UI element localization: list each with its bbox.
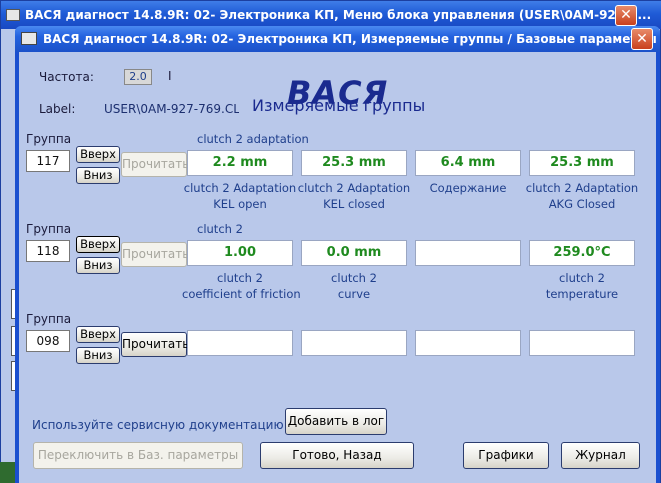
journal-button[interactable]: Журнал (561, 442, 640, 469)
group-number-input[interactable]: 117 (26, 150, 70, 172)
freq-marker: I (168, 69, 172, 83)
group-label: Группа (26, 312, 72, 326)
freq-label: Частота: (39, 70, 94, 84)
value-field: 25.3 mm (529, 150, 635, 176)
service-doc-hint: Используйте сервисную документацию! (32, 418, 289, 432)
caption-line: temperature (545, 287, 619, 301)
caption-line: clutch 2 (331, 271, 377, 285)
group-down-button[interactable]: Вниз (76, 257, 120, 274)
group-up-button[interactable]: Вверх (76, 146, 120, 163)
group-number-input[interactable]: 098 (26, 330, 70, 352)
group-down-button[interactable]: Вниз (76, 167, 120, 184)
dialog-title: ВАСЯ диагност 14.8.9R: 02- Электроника К… (43, 32, 657, 46)
caption-line: AKG Closed (548, 197, 616, 211)
caption-line: KEL closed (323, 197, 385, 211)
caption-line: curve (337, 287, 371, 301)
switch-basic-params-button[interactable]: Переключить в Баз. параметры (33, 442, 243, 469)
app-icon (6, 9, 20, 21)
parent-close-icon[interactable]: ✕ (615, 5, 637, 26)
caption-line: clutch 2 Adaptation (183, 181, 297, 195)
value-field (529, 330, 635, 356)
section-title: Измеряемые группы (252, 96, 426, 115)
done-back-button[interactable]: Готово, Назад (260, 442, 414, 469)
parent-window-title: ВАСЯ диагност 14.8.9R: 02- Электроника К… (25, 8, 652, 22)
group-down-button[interactable]: Вниз (76, 347, 120, 364)
group-up-button[interactable]: Вверх (76, 326, 120, 343)
value-caption: clutch 2 coefficient of friction (182, 270, 301, 302)
value-field: 2.2 mm (187, 150, 293, 176)
value-caption: Содержание (410, 180, 526, 196)
group-number-input[interactable]: 118 (26, 240, 70, 262)
value-field: 6.4 mm (415, 150, 521, 176)
group-label: Группа (26, 132, 72, 146)
group-read-button[interactable]: Прочитать (121, 242, 189, 267)
label-file-value: USER\0AM-927-769.CLE (104, 102, 239, 116)
value-field (301, 330, 407, 356)
caption-line: Содержание (429, 181, 507, 195)
value-field: 1.00 (187, 240, 293, 266)
dialog-client-area: Частота: 2.0 I ВАСЯ Label: USER\0AM-927-… (19, 52, 656, 483)
value-caption: clutch 2 Adaptation KEL open (182, 180, 298, 212)
value-caption: clutch 2 Adaptation AKG Closed (524, 180, 640, 212)
value-field (415, 240, 521, 266)
dialog-close-icon[interactable]: ✕ (631, 28, 653, 50)
group-title: clutch 2 (197, 222, 243, 236)
group-title: clutch 2 adaptation (197, 132, 309, 146)
group-read-button[interactable]: Прочитать (121, 152, 189, 177)
dialog-titlebar[interactable]: ВАСЯ диагност 14.8.9R: 02- Электроника К… (15, 26, 660, 52)
group-up-button[interactable]: Вверх (76, 236, 120, 253)
app-icon (21, 32, 37, 45)
graphs-button[interactable]: Графики (463, 442, 549, 469)
caption-line: clutch 2 (217, 271, 263, 285)
group-label: Группа (26, 222, 72, 236)
value-field: 0.0 mm (301, 240, 407, 266)
value-caption: clutch 2 temperature (524, 270, 640, 302)
add-to-log-button[interactable]: Добавить в лог (285, 408, 387, 435)
freq-value: 2.0 (124, 69, 152, 85)
caption-line: clutch 2 (559, 271, 605, 285)
value-caption: clutch 2 curve (296, 270, 412, 302)
caption-line: clutch 2 Adaptation (297, 181, 411, 195)
value-field (415, 330, 521, 356)
value-field: 25.3 mm (301, 150, 407, 176)
measuring-groups-dialog: ВАСЯ диагност 14.8.9R: 02- Электроника К… (15, 26, 660, 483)
group-read-button[interactable]: Прочитать (121, 332, 189, 357)
value-field: 259.0°C (529, 240, 635, 266)
label-caption: Label: (39, 102, 76, 116)
parent-titlebar[interactable]: ВАСЯ диагност 14.8.9R: 02- Электроника К… (1, 1, 661, 29)
caption-line: clutch 2 Adaptation (525, 181, 639, 195)
value-caption: clutch 2 Adaptation KEL closed (296, 180, 412, 212)
caption-line: coefficient of friction (182, 287, 301, 301)
value-field (187, 330, 293, 356)
caption-line: KEL open (213, 197, 267, 211)
